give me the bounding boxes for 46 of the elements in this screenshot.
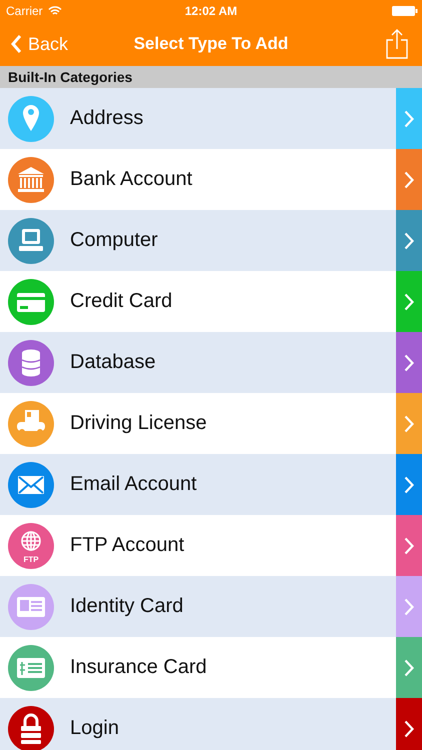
category-row[interactable]: Computer [0,210,422,271]
category-row[interactable]: Database [0,332,422,393]
chevron-icon [404,658,414,676]
category-row[interactable]: Identity Card [0,576,422,637]
category-label: Bank Account [70,168,194,191]
computer-icon [8,218,54,264]
envelope-icon [8,462,54,508]
chevron-icon [404,354,414,372]
chevron-icon [404,170,414,188]
credit-card-icon [8,278,54,324]
category-row[interactable]: Login [0,698,422,750]
id-card-icon [8,584,54,630]
category-label: Computer [70,229,159,252]
category-label: Email Account [70,473,198,496]
back-chevron-icon [10,34,22,54]
category-label: Login [70,717,120,740]
lock-icon [8,706,54,750]
screen-title: Select Type To Add [132,34,290,54]
globe-icon: FTP [8,522,54,568]
chevron-icon [404,232,414,250]
clock-time: 12:02 AM [184,4,238,18]
chevron-icon [404,720,414,738]
category-label: Database [70,351,157,374]
category-label: Identity Card [70,595,184,618]
database-icon [8,340,54,386]
chevron-icon [404,476,414,494]
chevron-icon [404,536,414,554]
insurance-card-icon [8,644,54,690]
category-label: Driving License [70,412,208,435]
category-label: Insurance Card [70,656,208,679]
chevron-icon [404,292,414,310]
category-label: FTP Account [70,534,186,557]
bank-building-icon [8,156,54,202]
category-label: Credit Card [70,290,174,313]
category-row[interactable]: Address [0,88,422,149]
wifi-icon [48,6,62,16]
location-pin-icon [8,96,54,142]
chevron-icon [404,598,414,616]
chevron-icon [404,110,414,128]
carrier-label: Carrier [6,4,43,18]
chevron-icon [404,414,414,432]
battery-icon [392,6,418,16]
share-icon[interactable] [386,29,408,59]
category-row[interactable]: Email Account [0,454,422,515]
category-label: Address [70,107,144,130]
section-title: Built-In Categories [8,69,132,85]
